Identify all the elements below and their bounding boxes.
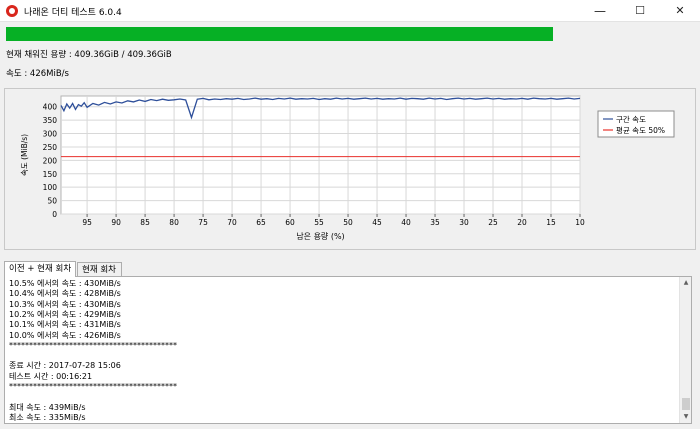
y-tick-label: 100 bbox=[43, 183, 58, 192]
capacity-text: 현재 채워진 용량 : 409.36GiB / 409.36GiB bbox=[6, 50, 172, 60]
close-button[interactable]: ✕ bbox=[660, 0, 700, 22]
x-tick-label: 15 bbox=[546, 218, 556, 227]
x-tick-label: 40 bbox=[401, 218, 411, 227]
title-bar: 나래온 더티 테스트 6.0.4 — ☐ ✕ bbox=[0, 0, 700, 22]
y-tick-label: 200 bbox=[43, 156, 58, 165]
x-tick-label: 55 bbox=[314, 218, 324, 227]
log-line: 10.4% 에서의 속도 : 428MiB/s bbox=[9, 289, 121, 299]
y-tick-label: 400 bbox=[43, 103, 58, 112]
x-tick-label: 90 bbox=[111, 218, 121, 227]
x-tick-label: 25 bbox=[488, 218, 498, 227]
log-line: 최소 속도 : 335MiB/s bbox=[9, 412, 86, 422]
minimize-button[interactable]: — bbox=[580, 0, 620, 22]
x-tick-label: 95 bbox=[82, 218, 92, 227]
x-tick-label: 65 bbox=[256, 218, 266, 227]
x-tick-label: 80 bbox=[169, 218, 179, 227]
speed-chart-panel: 0 50 100 150 200 250 300 350 400 95 90 85 80 75 70 65 60… bbox=[4, 88, 696, 250]
y-tick-label: 0 bbox=[52, 210, 57, 219]
tab-current[interactable]: 현재 회차 bbox=[77, 262, 122, 277]
x-tick-label: 10 bbox=[575, 218, 585, 227]
log-line: 10.0% 에서의 속도 : 426MiB/s bbox=[9, 330, 121, 340]
log-line: 10.1% 에서의 속도 : 431MiB/s bbox=[9, 320, 121, 330]
x-tick-label: 60 bbox=[285, 218, 295, 227]
x-axis-label: 남은 용량 (%) bbox=[296, 231, 344, 241]
y-tick-label: 300 bbox=[43, 130, 58, 139]
log-line: 10.5% 에서의 속도 : 430MiB/s bbox=[9, 279, 121, 288]
speed-chart: 0 50 100 150 200 250 300 350 400 95 90 85 80 75 70 65 60… bbox=[20, 95, 675, 241]
window-title: 나래온 더티 테스트 6.0.4 bbox=[24, 8, 122, 18]
y-tick-label: 350 bbox=[43, 116, 58, 125]
tab-previous-and-current[interactable]: 이전 + 현재 회차 bbox=[4, 261, 76, 277]
scroll-down-arrow-icon[interactable]: ▼ bbox=[680, 411, 691, 423]
scroll-thumb[interactable] bbox=[682, 398, 690, 410]
log-line: 평균 속도 : 428MiB/s bbox=[9, 423, 86, 424]
log-line: 종료 시간 : 2017-07-28 15:06 bbox=[9, 361, 121, 371]
fill-progress-bar bbox=[6, 27, 553, 41]
x-tick-label: 30 bbox=[459, 218, 469, 227]
legend-label: 평균 속도 50% bbox=[616, 125, 665, 135]
log-line: 최대 속도 : 439MiB/s bbox=[9, 402, 86, 412]
progress-fill bbox=[6, 27, 553, 41]
x-tick-label: 45 bbox=[372, 218, 382, 227]
scroll-up-arrow-icon[interactable]: ▲ bbox=[680, 277, 691, 289]
x-tick-label: 20 bbox=[517, 218, 527, 227]
log-line: ****************************************… bbox=[9, 340, 177, 350]
legend-label: 구간 속도 bbox=[616, 114, 646, 124]
log-line: 10.2% 에서의 속도 : 429MiB/s bbox=[9, 309, 121, 319]
plot-area bbox=[60, 95, 581, 215]
y-axis-label: 속도 (MiB/s) bbox=[20, 134, 29, 176]
app-logo-icon bbox=[6, 5, 18, 17]
y-tick-label: 50 bbox=[47, 197, 57, 206]
x-tick-label: 35 bbox=[430, 218, 440, 227]
x-tick-label: 70 bbox=[227, 218, 237, 227]
log-line: 10.3% 에서의 속도 : 430MiB/s bbox=[9, 299, 121, 309]
vertical-scrollbar[interactable]: ▲ ▼ bbox=[679, 277, 691, 423]
x-tick-label: 85 bbox=[140, 218, 150, 227]
y-tick-label: 250 bbox=[43, 143, 58, 152]
log-line: ****************************************… bbox=[9, 382, 177, 391]
x-tick-label: 50 bbox=[343, 218, 353, 227]
x-tick-label: 75 bbox=[198, 218, 208, 227]
maximize-button[interactable]: ☐ bbox=[620, 0, 660, 22]
y-tick-label: 150 bbox=[43, 170, 58, 179]
speed-text: 속도 : 426MiB/s bbox=[6, 69, 69, 79]
log-line: 테스트 시간 : 00:16:21 bbox=[9, 371, 93, 381]
log-output[interactable]: 10.5% 에서의 속도 : 430MiB/s 10.4% 에서의 속도 : 42… bbox=[4, 276, 692, 424]
